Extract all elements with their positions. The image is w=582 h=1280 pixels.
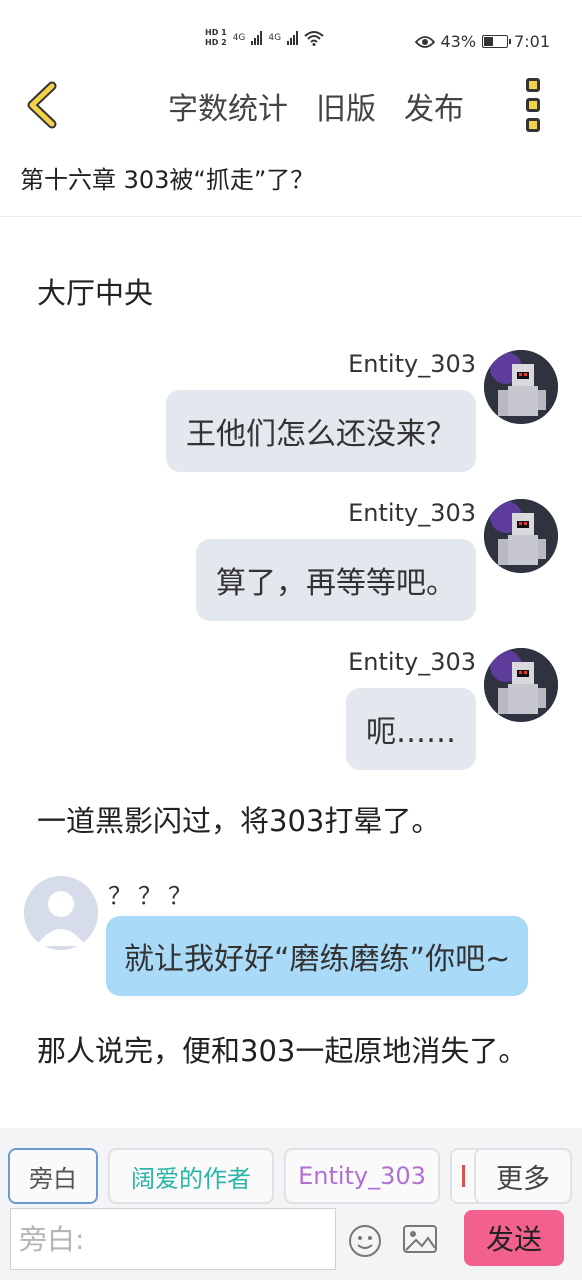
more-menu-button[interactable]: [526, 78, 546, 132]
composer-panel: 旁白 阔爱的作者 Entity_303 更多 发送: [0, 1128, 582, 1280]
hd-2-label: HD 2: [205, 38, 227, 47]
avatar[interactable]: [484, 648, 558, 722]
default-user-icon: [24, 876, 98, 950]
speaker-name: ？？？: [108, 882, 198, 910]
hd-badge: HD 1 HD 2: [205, 28, 227, 48]
message-bubble[interactable]: 就让我好好“磨练磨练”你吧~: [106, 916, 529, 996]
avatar[interactable]: [484, 350, 558, 424]
network-indicators: HD 1 HD 2 4G 4G: [205, 28, 324, 48]
chevron-left-icon: [27, 81, 57, 129]
status-right: 43% 7:01: [414, 32, 550, 51]
more-roles-button[interactable]: 更多: [474, 1148, 572, 1204]
signal-icon: [287, 31, 299, 45]
image-icon: [403, 1225, 437, 1253]
chat-message-left[interactable]: ？？？ 就让我好好“磨练磨练”你吧~: [24, 876, 564, 1000]
role-color-marker: [461, 1165, 465, 1187]
hd-1-label: HD 1: [205, 28, 227, 37]
smiley-icon: [349, 1225, 381, 1257]
menu-dot-icon: [526, 78, 540, 92]
speaker-name: Entity_303: [348, 499, 476, 527]
wifi-icon: [304, 31, 324, 46]
avatar[interactable]: [484, 499, 558, 573]
speaker-name: Entity_303: [348, 648, 476, 676]
chat-message-right[interactable]: Entity_303 呃……: [18, 648, 558, 772]
send-button[interactable]: 发送: [464, 1210, 564, 1266]
status-bar: HD 1 HD 2 4G 4G 43% 7:01: [0, 0, 582, 64]
old-version-button[interactable]: 旧版: [316, 84, 376, 128]
message-input[interactable]: [19, 1222, 335, 1256]
divider: [0, 216, 582, 217]
message-input-box[interactable]: [10, 1208, 336, 1270]
chat-message-right[interactable]: Entity_303 王他们怎么还没来？: [18, 350, 558, 474]
eye-icon: [414, 35, 435, 48]
menu-dot-icon: [526, 118, 540, 132]
role-entity-button[interactable]: Entity_303: [284, 1148, 440, 1204]
role-selector: 旁白 阔爱的作者 Entity_303: [8, 1148, 480, 1204]
back-button[interactable]: [22, 80, 62, 130]
emoji-button[interactable]: [348, 1224, 382, 1258]
narration-text[interactable]: 大厅中央: [37, 270, 547, 316]
message-bubble[interactable]: 王他们怎么还没来？: [166, 390, 476, 472]
role-narrator-button[interactable]: 旁白: [8, 1148, 98, 1204]
entity-avatar-icon: [484, 499, 558, 573]
chapter-title[interactable]: 第十六章 303被“抓走”了？: [20, 160, 314, 195]
image-button[interactable]: [402, 1224, 438, 1256]
role-author-button[interactable]: 阔爱的作者: [108, 1148, 274, 1204]
entity-avatar-icon: [484, 350, 558, 424]
entity-avatar-icon: [484, 648, 558, 722]
battery-percent: 43%: [440, 32, 477, 51]
menu-dot-icon: [526, 98, 540, 112]
word-count-button[interactable]: 字数统计: [168, 84, 288, 128]
clock: 7:01: [514, 32, 550, 51]
editor-toolbar: 字数统计 旧版 发布: [0, 70, 582, 140]
network-type-1: 4G: [232, 33, 246, 43]
message-bubble[interactable]: 算了，再等等吧。: [196, 539, 476, 621]
narration-text[interactable]: 一道黑影闪过，将303打晕了。: [37, 798, 547, 844]
signal-icon: [251, 31, 263, 45]
battery-icon: [482, 35, 512, 48]
avatar[interactable]: [24, 876, 98, 950]
speaker-name: Entity_303: [348, 350, 476, 378]
publish-button[interactable]: 发布: [404, 84, 464, 128]
chat-message-right[interactable]: Entity_303 算了，再等等吧。: [18, 499, 558, 623]
toolbar-actions: 字数统计 旧版 发布: [168, 84, 464, 128]
message-bubble[interactable]: 呃……: [346, 688, 476, 770]
network-type-2: 4G: [268, 33, 282, 43]
narration-text[interactable]: 那人说完，便和303一起原地消失了。: [37, 1028, 547, 1074]
